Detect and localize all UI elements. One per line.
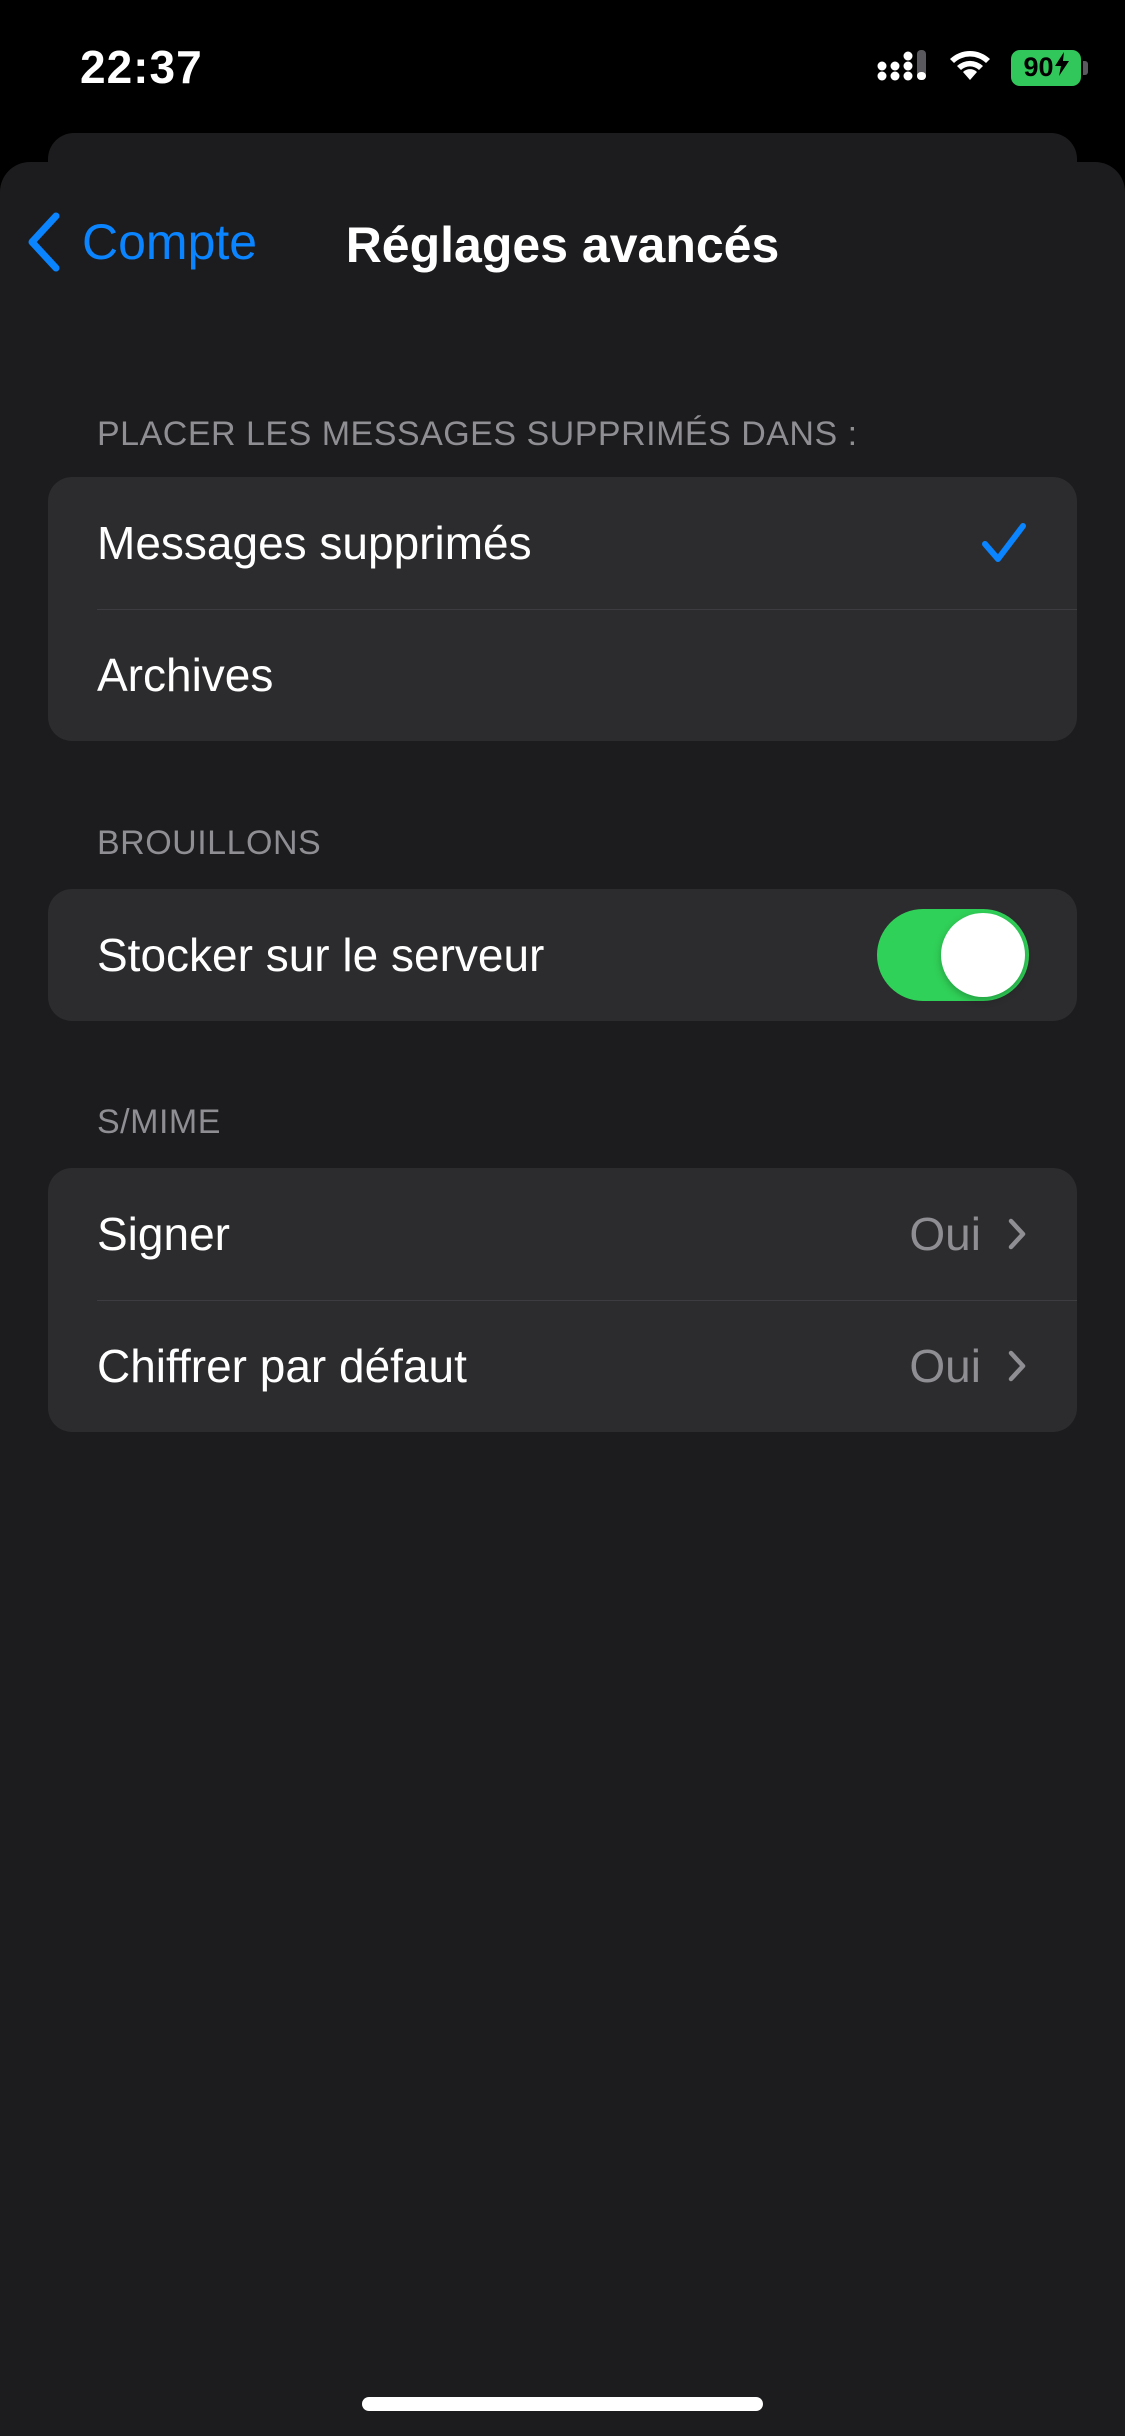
section-header-drafts: BROUILLONS	[97, 824, 322, 862]
checkmark-icon	[981, 522, 1027, 564]
section-header-smime: S/MIME	[97, 1103, 221, 1141]
option-archives[interactable]: Archives	[48, 609, 1077, 741]
wifi-icon	[947, 48, 993, 87]
sign-row[interactable]: Signer Oui	[48, 1168, 1077, 1300]
back-button[interactable]: Compte	[26, 212, 257, 272]
back-button-label: Compte	[82, 214, 258, 270]
chevron-left-icon	[26, 212, 62, 272]
option-label: Messages supprimés	[97, 517, 532, 569]
encrypt-by-default-row[interactable]: Chiffrer par défaut Oui	[48, 1300, 1077, 1432]
battery-icon: 90	[1011, 49, 1088, 86]
advanced-settings-sheet: Compte Réglages avancés PLACER LES MESSA…	[0, 162, 1125, 2436]
cellular-signal-icon	[877, 48, 929, 87]
battery-level: 90	[1023, 52, 1054, 82]
toggle-knob	[941, 913, 1025, 997]
chevron-right-icon	[1007, 1349, 1027, 1383]
store-on-server-row: Stocker sur le serveur	[48, 889, 1077, 1021]
home-indicator[interactable]	[362, 2397, 763, 2411]
encrypt-by-default-label: Chiffrer par défaut	[97, 1340, 467, 1392]
bolt-icon	[1054, 52, 1069, 83]
option-label: Archives	[97, 649, 274, 701]
store-on-server-toggle[interactable]	[877, 909, 1029, 1001]
sign-label: Signer	[97, 1208, 230, 1260]
sign-value: Oui	[909, 1208, 981, 1260]
deleted-messages-group: Messages supprimés Archives	[48, 477, 1077, 741]
status-bar: 22:37 90	[0, 0, 1125, 140]
navigation-bar: Compte Réglages avancés	[0, 162, 1125, 332]
encrypt-by-default-value: Oui	[909, 1340, 981, 1392]
store-on-server-label: Stocker sur le serveur	[97, 929, 545, 981]
status-icons: 90	[877, 48, 1088, 87]
option-deleted-messages[interactable]: Messages supprimés	[48, 477, 1077, 609]
chevron-right-icon	[1007, 1217, 1027, 1251]
status-time: 22:37	[80, 41, 203, 93]
smime-group: Signer Oui Chiffrer par défaut Oui	[48, 1168, 1077, 1432]
drafts-group: Stocker sur le serveur	[48, 889, 1077, 1021]
section-header-deleted-messages: PLACER LES MESSAGES SUPPRIMÉS DANS :	[97, 415, 858, 453]
